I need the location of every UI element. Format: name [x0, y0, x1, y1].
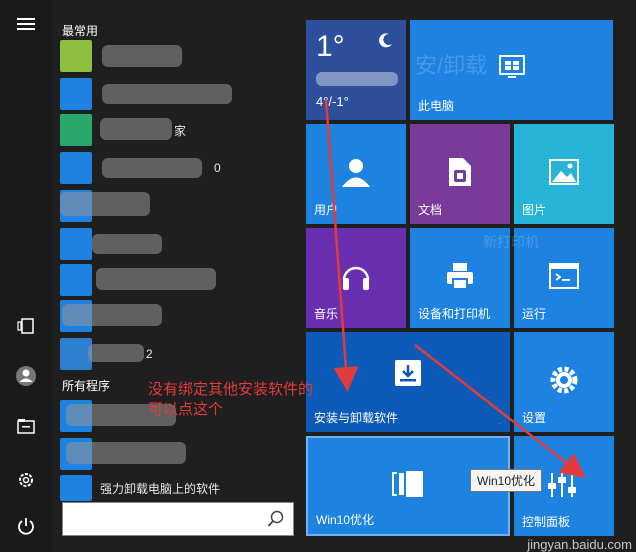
headphones-icon: [340, 260, 372, 297]
weather-temperature: 1°: [316, 30, 345, 63]
documents-tile[interactable]: 文档: [410, 124, 510, 224]
blurred-app-name: [102, 158, 202, 178]
tile-label: 设置: [522, 411, 547, 425]
blurred-app-name: [92, 234, 162, 254]
optimizer-icon: [390, 469, 426, 504]
tile-label: 运行: [522, 307, 547, 321]
tablet-mode-icon[interactable]: [8, 308, 44, 344]
gear-icon: [548, 364, 580, 401]
user-icon: [340, 156, 372, 193]
moon-icon: [378, 32, 394, 53]
user-account-icon[interactable]: [8, 358, 44, 394]
annotation-line-2: 可以点这个: [148, 401, 224, 418]
blurred-app-name: [62, 304, 162, 326]
tile-label: 控制面板: [522, 515, 571, 529]
most-used-label: 最常用: [62, 24, 99, 38]
annotation-text: 没有绑定其他安装软件的 可以点这个: [148, 380, 313, 420]
blurred-app-name: [66, 442, 186, 464]
document-icon: [447, 156, 473, 193]
printer-icon: [445, 261, 475, 296]
weather-tile[interactable]: 1° 4°/-1°: [306, 20, 406, 120]
sliders-icon: [547, 469, 581, 504]
tile-label: Win10优化: [316, 513, 375, 527]
blurred-app-name: [100, 118, 172, 140]
all-programs-label: 所有程序: [62, 379, 111, 393]
blurred-app-name: [96, 268, 216, 290]
app-icon: [60, 152, 92, 184]
tile-label: 图片: [522, 203, 547, 217]
app-name-suffix: 家: [174, 123, 187, 138]
install-uninstall-tile[interactable]: 安装与卸载软件: [306, 332, 510, 432]
app-icon: [60, 264, 92, 296]
settings-tile[interactable]: 设置: [514, 332, 614, 432]
blurred-app-name: [102, 84, 232, 104]
search-input[interactable]: [69, 503, 263, 535]
app-list: 最常用 家 0 2 所有程序 强力卸载电脑上的软件: [52, 0, 297, 552]
app-icon: [60, 228, 92, 260]
app-icon: [60, 40, 92, 72]
tile-label: 安装与卸载软件: [314, 411, 399, 425]
settings-icon[interactable]: [8, 462, 44, 498]
start-rail: [0, 0, 52, 552]
tile-label: 音乐: [314, 307, 339, 321]
tile-label: 文档: [418, 203, 443, 217]
power-icon[interactable]: [8, 508, 44, 544]
install-box-icon: [393, 358, 423, 393]
blurred-app-name: [102, 45, 182, 67]
tooltip: Win10优化: [470, 469, 543, 492]
tile-label: 用户: [314, 203, 339, 217]
app-name: 强力卸载电脑上的软件: [100, 481, 221, 496]
annotation-line-1: 没有绑定其他安装软件的: [148, 381, 314, 398]
app-name-suffix: 0: [214, 161, 221, 175]
faint-watermark-text: 安/卸载: [415, 53, 488, 78]
picture-icon: [549, 158, 579, 190]
site-watermark: jingyan.baidu.com: [527, 537, 632, 552]
app-name-suffix: 2: [146, 347, 153, 361]
music-tile[interactable]: 音乐: [306, 228, 406, 328]
list-item[interactable]: 强力卸载电脑上的软件: [60, 470, 290, 506]
app-icon: [60, 114, 92, 146]
search-icon[interactable]: [267, 510, 285, 533]
app-icon: [60, 78, 92, 110]
list-item[interactable]: 家: [60, 112, 290, 148]
computer-icon: [497, 53, 527, 88]
file-explorer-icon[interactable]: [8, 408, 44, 444]
blurred-app-name: [60, 192, 150, 216]
tile-label: 设备和打印机: [418, 307, 491, 321]
run-icon: [549, 262, 579, 294]
tile-label: 此电脑: [418, 99, 455, 113]
app-icon: [60, 475, 92, 501]
blurred-app-name: [88, 344, 144, 362]
faint-watermark-text: 新打印机: [483, 234, 539, 250]
weather-range: 4°/-1°: [316, 94, 349, 109]
search-box[interactable]: [62, 502, 294, 536]
tile-area: 1° 4°/-1° 此电脑 用户 文档 图片 音乐 设备和打印机 运行 安装与卸…: [297, 0, 636, 552]
users-tile[interactable]: 用户: [306, 124, 406, 224]
pictures-tile[interactable]: 图片: [514, 124, 614, 224]
hamburger-menu-icon[interactable]: [8, 6, 44, 42]
blurred-weather-text: [316, 72, 398, 86]
